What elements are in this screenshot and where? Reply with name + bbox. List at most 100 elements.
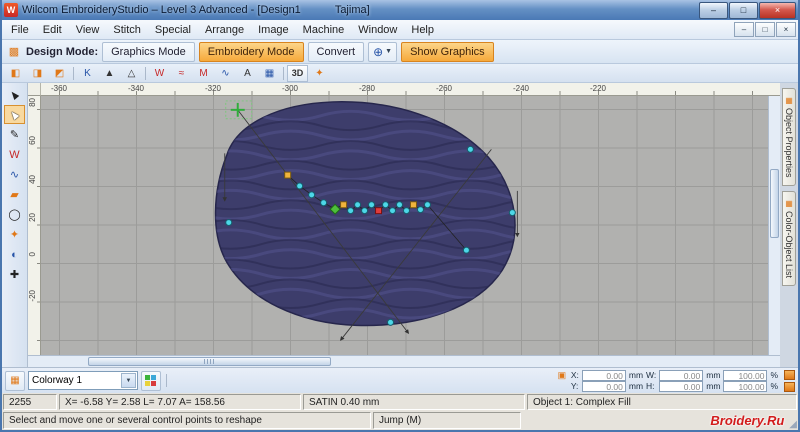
- vertical-scroll-thumb[interactable]: [770, 168, 779, 238]
- fill-shape-tool[interactable]: ▰: [4, 185, 25, 204]
- close-button[interactable]: ×: [759, 1, 796, 19]
- embroidery-mode-button[interactable]: Embroidery Mode: [198, 41, 304, 62]
- palette-button[interactable]: [141, 370, 161, 391]
- machine-format-button[interactable]: ⊕ ▼: [368, 41, 398, 62]
- x-unit: mm: [628, 369, 644, 380]
- pen-tool[interactable]: ✎: [4, 125, 25, 144]
- 3d-view-button[interactable]: 3D: [287, 64, 308, 82]
- h-input[interactable]: 0.00: [659, 380, 704, 392]
- design-mode-icon: ▩: [8, 46, 20, 58]
- colorway-bar: ▦ Colorway 1 ▼ ▣ X: 0.00 mm W: 0.00 mm 1…: [2, 367, 798, 393]
- graphics-mode-button[interactable]: Graphics Mode: [102, 41, 195, 62]
- jump-status: Jump (M): [373, 412, 521, 429]
- tab-label: Color-Object List: [784, 210, 794, 278]
- panel-side-icons[interactable]: [784, 369, 795, 392]
- window-controls: – □ ×: [699, 1, 796, 19]
- letter-a-icon[interactable]: A: [237, 65, 258, 82]
- ellipse-icon: ◯: [8, 209, 21, 221]
- mirror-tool[interactable]: ◐: [4, 245, 25, 264]
- run-tool[interactable]: ∿: [4, 165, 25, 184]
- menu-machine[interactable]: Machine: [296, 22, 352, 38]
- ruler-label: -240: [512, 84, 530, 93]
- reshape-tool[interactable]: ▲: [4, 105, 25, 124]
- outline-letter-icon[interactable]: △: [121, 65, 142, 82]
- design-canvas[interactable]: [41, 96, 768, 355]
- x-input[interactable]: 0.00: [581, 369, 626, 381]
- horizontal-scroll-thumb[interactable]: [88, 357, 331, 366]
- fill-shape-icon: ▰: [10, 189, 19, 201]
- menu-edit[interactable]: Edit: [36, 22, 69, 38]
- palette-icon: [145, 374, 156, 386]
- wilcom-w-icon[interactable]: W: [149, 65, 170, 82]
- title-bar[interactable]: W Wilcom EmbroideryStudio – Level 3 Adva…: [2, 0, 798, 20]
- mdi-restore-button[interactable]: □: [755, 22, 775, 37]
- color-object-list-icon: ▦: [784, 198, 794, 208]
- menu-stitch[interactable]: Stitch: [106, 22, 148, 38]
- maximize-button[interactable]: □: [729, 1, 758, 19]
- vertical-scrollbar[interactable]: [768, 96, 780, 355]
- hint-bar: Select and move one or several control p…: [2, 411, 798, 430]
- embroidery-object[interactable]: [41, 96, 768, 355]
- ruler-label: 20: [28, 213, 37, 222]
- colorway-dropdown[interactable]: Colorway 1 ▼: [28, 371, 138, 390]
- mdi-minimize-button[interactable]: –: [734, 22, 754, 37]
- tab-object-properties[interactable]: ▦ Object Properties: [782, 88, 796, 186]
- colorway-grid-icon: ▦: [10, 375, 20, 386]
- panel-side-icon[interactable]: [784, 369, 795, 380]
- y-unit: mm: [628, 380, 644, 391]
- jump-stitch-icon[interactable]: ◧: [5, 65, 26, 82]
- menu-help[interactable]: Help: [404, 22, 441, 38]
- colorway-grid-button[interactable]: ▦: [5, 370, 25, 391]
- wave-stitch-icon[interactable]: ≈: [171, 65, 192, 82]
- ruler-label: -280: [358, 84, 376, 93]
- colorway-value: Colorway 1: [32, 375, 83, 386]
- lettering-w-icon: W: [9, 148, 20, 161]
- horizontal-ruler: -360 -340 -320 -300 -280 -260 -240 -220: [41, 83, 780, 96]
- menu-image[interactable]: Image: [251, 22, 296, 38]
- lettering-tool[interactable]: W: [4, 145, 25, 164]
- ruler-label: 80: [28, 98, 37, 107]
- w-input[interactable]: 0.00: [659, 369, 704, 381]
- mdi-close-button[interactable]: ×: [776, 22, 796, 37]
- convert-button[interactable]: Convert: [307, 41, 365, 62]
- tool-palette: ▲ ▲ ✎ W ∿ ▰ ◯ ✦ ◐ ✚: [2, 83, 28, 367]
- measure-tool[interactable]: ✚: [4, 265, 25, 284]
- panel-side-icon[interactable]: [784, 381, 795, 392]
- tab-color-object-list[interactable]: ▦ Color-Object List: [782, 190, 796, 286]
- grid-icon[interactable]: ▦: [259, 65, 280, 82]
- kerning-icon[interactable]: K: [77, 65, 98, 82]
- horizontal-scrollbar[interactable]: [28, 355, 780, 367]
- lettering-tool-icon[interactable]: ▲: [99, 65, 120, 82]
- menu-arrange[interactable]: Arrange: [198, 22, 251, 38]
- run-stitch-icon[interactable]: ◨: [27, 65, 48, 82]
- stitch-count: 2255: [3, 394, 57, 410]
- menu-special[interactable]: Special: [148, 22, 198, 38]
- star-icon: ✦: [9, 229, 20, 241]
- minimize-button[interactable]: –: [699, 1, 728, 19]
- width-percent-input[interactable]: 100.00: [723, 369, 768, 381]
- select-arrow-icon: ▲: [5, 85, 24, 104]
- star-tool[interactable]: ✦: [4, 225, 25, 244]
- w-label: W:: [646, 369, 657, 380]
- menu-window[interactable]: Window: [351, 22, 404, 38]
- canvas-area: -360 -340 -320 -300 -280 -260 -240 -220 …: [28, 83, 780, 367]
- vertical-ruler: 80 60 40 20 0 -20: [28, 96, 41, 355]
- resize-grip[interactable]: ◢: [788, 411, 798, 430]
- satin-stitch-icon[interactable]: ◩: [49, 65, 70, 82]
- menu-file[interactable]: File: [4, 22, 36, 38]
- transform-panel: ▣ X: 0.00 mm W: 0.00 mm 100.00 % Y: 0.00…: [556, 369, 778, 392]
- tab-label: Object Properties: [784, 108, 794, 178]
- motif-run-icon[interactable]: ∿: [215, 65, 236, 82]
- show-graphics-button[interactable]: Show Graphics: [401, 41, 494, 62]
- chevron-down-icon[interactable]: ▼: [121, 373, 136, 388]
- ellipse-tool[interactable]: ◯: [4, 205, 25, 224]
- y-input[interactable]: 0.00: [581, 380, 626, 392]
- star-tool-icon[interactable]: ✦: [309, 65, 330, 82]
- monogram-icon[interactable]: M: [193, 65, 214, 82]
- w-unit: mm: [706, 369, 721, 380]
- select-tool[interactable]: ▲: [4, 85, 25, 104]
- menu-view[interactable]: View: [69, 22, 107, 38]
- selected-object-status: Object 1: Complex Fill: [527, 394, 797, 410]
- height-percent-input[interactable]: 100.00: [723, 380, 768, 392]
- toolbar-separator: [73, 66, 74, 80]
